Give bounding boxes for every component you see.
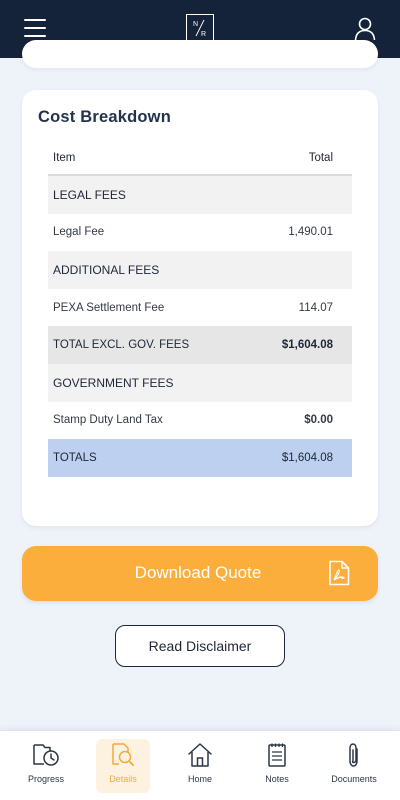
column-total: Total: [308, 152, 333, 164]
nav-details[interactable]: Details: [96, 739, 150, 793]
bottom-navigation: Progress Details Home Notes Documents: [0, 730, 400, 800]
table-row: PEXA Settlement Fee 114.07: [48, 289, 352, 327]
notes-icon: [268, 743, 286, 767]
row-label: Legal Fee: [53, 226, 105, 239]
totals-row: TOTALS $1,604.08: [48, 439, 352, 477]
section-additional-fees: ADDITIONAL FEES: [48, 251, 352, 289]
row-label: TOTALS: [53, 451, 97, 464]
section-label: GOVERNMENT FEES: [53, 375, 174, 390]
app-logo[interactable]: N R: [186, 14, 214, 42]
card-title: Cost Breakdown: [38, 108, 171, 126]
row-value: 1,490.01: [288, 226, 333, 239]
row-label: PEXA Settlement Fee: [53, 301, 165, 314]
nav-details-label: Details: [109, 774, 137, 784]
column-item: Item: [53, 152, 76, 164]
nav-notes[interactable]: Notes: [250, 739, 304, 793]
nav-home-label: Home: [187, 774, 212, 784]
section-government-fees: GOVERNMENT FEES: [48, 363, 352, 402]
svg-text:N: N: [193, 21, 198, 28]
subtotal-row: TOTAL EXCL. GOV. FEES $1,604.08: [48, 326, 352, 364]
progress-icon: [33, 744, 59, 766]
hamburger-menu-icon[interactable]: [24, 19, 46, 37]
download-quote-label: Download Quote: [134, 563, 262, 582]
logo-mark: N R: [193, 19, 206, 38]
nav-documents[interactable]: Documents: [327, 739, 381, 793]
details-icon: [112, 743, 134, 766]
row-label: Stamp Duty Land Tax: [53, 414, 163, 427]
table-row: Legal Fee 1,490.01: [48, 214, 352, 252]
nav-documents-label: Documents: [331, 774, 377, 784]
paperclip-icon: [349, 743, 358, 767]
row-value: $1,604.08: [281, 451, 333, 464]
cost-table: Item Total LEGAL FEES Legal Fee 1,490.01…: [48, 142, 352, 477]
svg-text:R: R: [201, 31, 206, 38]
nav-progress[interactable]: Progress: [19, 739, 73, 793]
pdf-file-icon[interactable]: [328, 560, 350, 586]
table-row: Stamp Duty Land Tax $0.00: [48, 402, 352, 440]
read-disclaimer-button[interactable]: Read Disclaimer: [115, 625, 285, 667]
row-value: $0.00: [304, 414, 333, 427]
nav-home[interactable]: Home: [173, 739, 227, 793]
home-icon: [188, 743, 212, 767]
section-label: LEGAL FEES: [53, 187, 126, 202]
row-label: TOTAL EXCL. GOV. FEES: [53, 339, 190, 352]
row-value: 114.07: [298, 301, 333, 314]
download-quote-button[interactable]: Download Quote: [22, 546, 378, 601]
section-label: ADDITIONAL FEES: [53, 262, 160, 277]
user-icon[interactable]: [354, 17, 376, 41]
nav-progress-label: Progress: [27, 774, 64, 784]
section-legal-fees: LEGAL FEES: [48, 176, 352, 214]
nav-notes-label: Notes: [265, 774, 289, 784]
cost-breakdown-card: Cost Breakdown Item Total LEGAL FEES Leg…: [22, 90, 378, 526]
previous-card: [22, 40, 378, 68]
row-value: $1,604.08: [281, 339, 333, 352]
table-header: Item Total: [48, 142, 352, 176]
